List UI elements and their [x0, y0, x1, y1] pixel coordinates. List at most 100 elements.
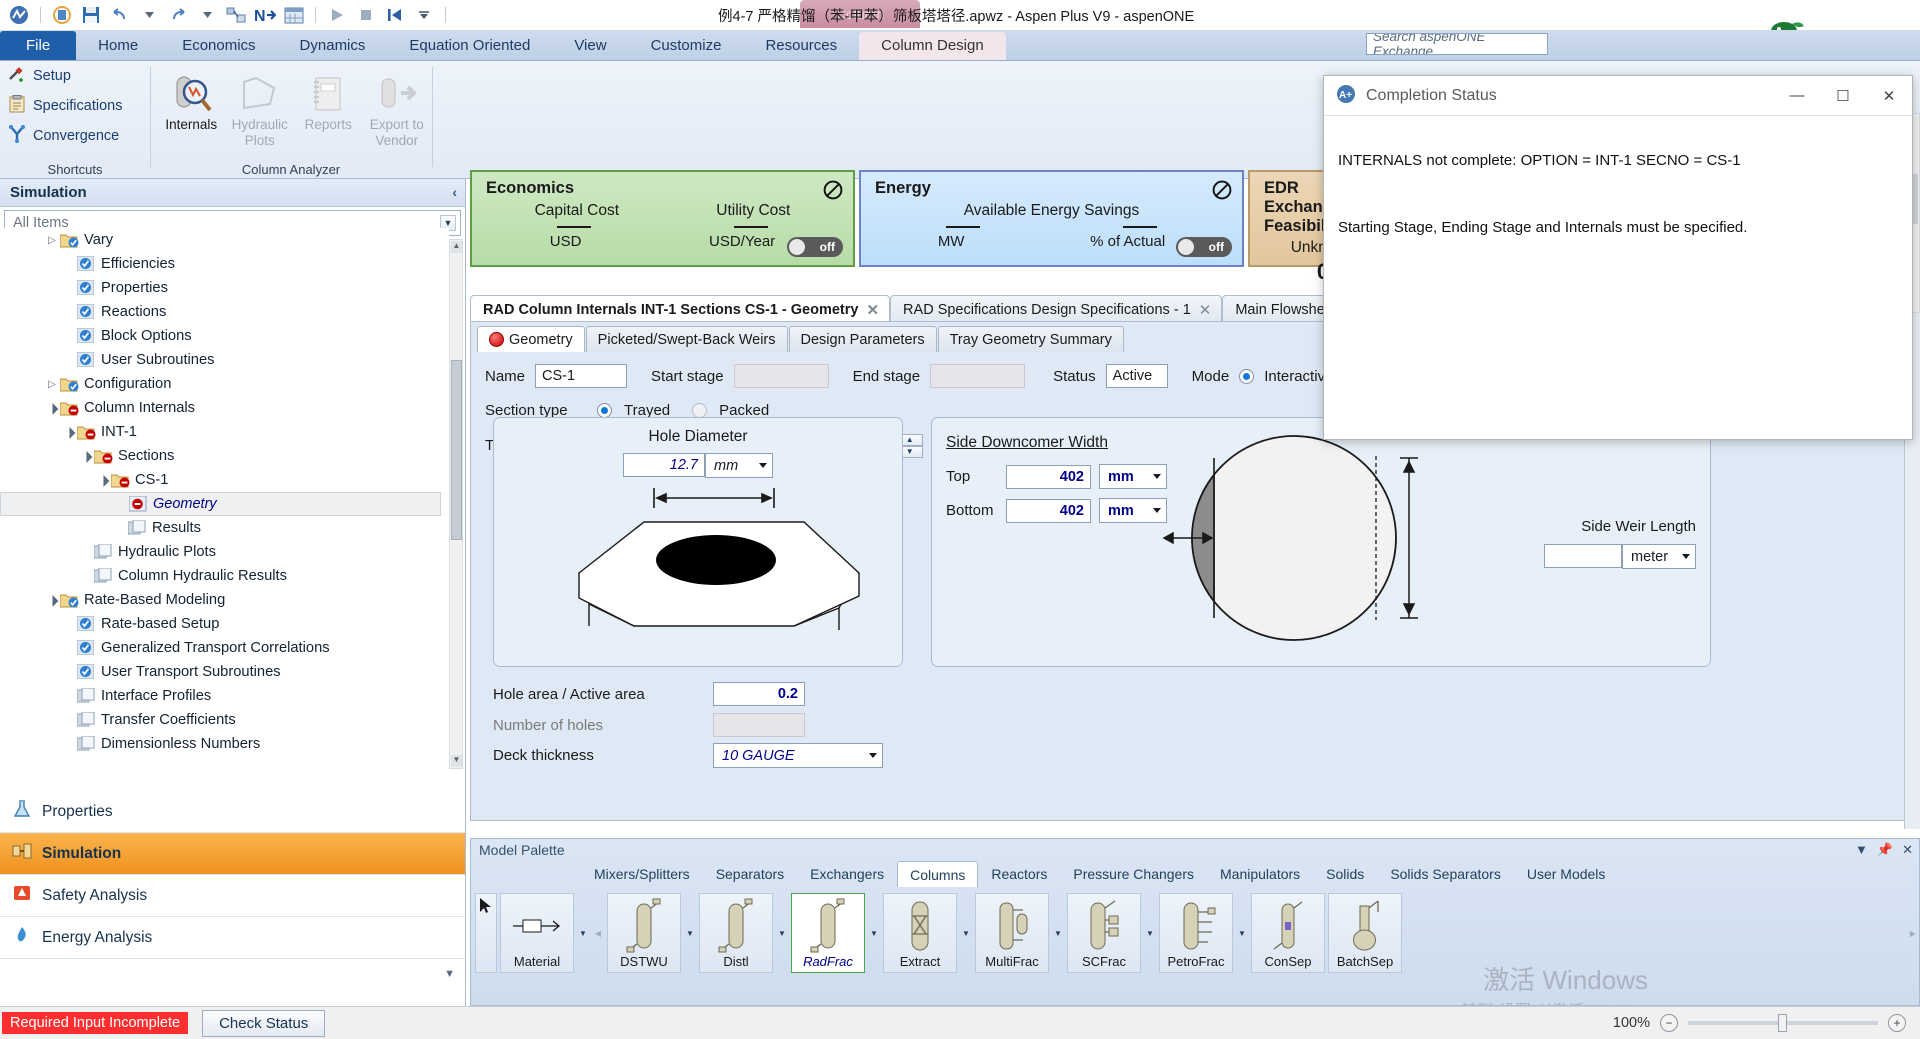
energy-toggle[interactable]: off: [1176, 237, 1232, 257]
nav-button-properties[interactable]: Properties: [0, 791, 465, 833]
side-weir-length-input[interactable]: [1544, 544, 1622, 568]
tree-item-configuration[interactable]: ▷ Configuration: [0, 372, 449, 396]
undo-icon[interactable]: [109, 4, 131, 26]
zoom-slider[interactable]: [1688, 1014, 1878, 1032]
ribbon-tab-home[interactable]: Home: [76, 32, 160, 60]
palette-block-petrofrac[interactable]: PetroFrac: [1159, 893, 1233, 973]
material-dropdown-icon[interactable]: ▼: [577, 893, 589, 973]
quick-access-toolbar[interactable]: N: [0, 0, 449, 30]
tree-item-hydraulic-plots[interactable]: Hydraulic Plots: [0, 540, 449, 564]
twisty-collapsed-icon[interactable]: ▷: [44, 379, 60, 390]
dstwu-dropdown-icon[interactable]: ▼: [684, 893, 696, 973]
economics-card[interactable]: Economics Capital Cost Utility Cost USD …: [470, 170, 855, 267]
close-icon-palette[interactable]: ✕: [1902, 842, 1913, 858]
close-button[interactable]: ✕: [1866, 76, 1912, 116]
tree-item-transfer-coefficients[interactable]: Transfer Coefficients: [0, 708, 449, 732]
palette-tab-mixers-splitters[interactable]: Mixers/Splitters: [581, 861, 703, 887]
section-type-radio-trayed[interactable]: [597, 403, 612, 418]
zoom-out-icon[interactable]: −: [1660, 1014, 1678, 1032]
radfrac-dropdown-icon[interactable]: ▼: [868, 893, 880, 973]
palette-block-scfrac[interactable]: SCFrac: [1067, 893, 1141, 973]
multifrac-dropdown-icon[interactable]: ▼: [1052, 893, 1064, 973]
scroll-down-icon[interactable]: ▼: [451, 755, 462, 767]
nav-button-simulation[interactable]: Simulation: [0, 833, 465, 875]
undo-dropdown-icon[interactable]: [138, 4, 160, 26]
pin-icon[interactable]: 📌: [1877, 842, 1893, 858]
aspen-logo-icon[interactable]: [8, 4, 30, 26]
name-input[interactable]: CS-1: [535, 364, 628, 388]
hole-diameter-input[interactable]: 12.7: [623, 453, 705, 477]
section-type-radio-packed[interactable]: [692, 403, 708, 418]
nav-button-safety-analysis[interactable]: Safety Analysis: [0, 875, 465, 917]
palette-tab-pressure-changers[interactable]: Pressure Changers: [1060, 861, 1207, 887]
palette-block-multifrac[interactable]: MultiFrac: [975, 893, 1049, 973]
sub-tab-design-parameters[interactable]: Design Parameters: [788, 326, 937, 352]
tree-item-properties[interactable]: Properties: [0, 276, 449, 300]
number-of-holes-input[interactable]: [713, 713, 805, 737]
chevron-left-icon[interactable]: ‹: [452, 184, 457, 200]
tree-item-column-hydraulic-results[interactable]: Column Hydraulic Results: [0, 564, 449, 588]
ribbon-tab-resources[interactable]: Resources: [743, 32, 859, 60]
palette-tab-user-models[interactable]: User Models: [1514, 861, 1619, 887]
palette-block-radfrac[interactable]: RadFrac: [791, 893, 865, 973]
tree-item-sections[interactable]: ◢ Sections: [0, 444, 449, 468]
ribbon-tab-dynamics[interactable]: Dynamics: [278, 32, 388, 60]
ribbon-tab-column-design[interactable]: Column Design: [859, 32, 1006, 60]
tree-item-generalized-transport-correlations[interactable]: Generalized Transport Correlations: [0, 636, 449, 660]
ribbon-tab-bar[interactable]: File Home Economics Dynamics Equation Or…: [0, 30, 1920, 61]
scroll-up-icon[interactable]: ▲: [451, 241, 462, 253]
completion-status-window-buttons[interactable]: — ☐ ✕: [1774, 76, 1912, 116]
navigation-scrollbar[interactable]: ▲ ▼: [449, 239, 463, 769]
hole-diameter-unit-select[interactable]: mm: [705, 453, 773, 478]
side-weir-unit-select[interactable]: meter: [1622, 544, 1696, 569]
ribbon-button-specifications[interactable]: Specifications: [0, 91, 150, 121]
save-icon[interactable]: [80, 4, 102, 26]
reinit-icon[interactable]: [384, 4, 406, 26]
completion-status-dialog[interactable]: A+ Completion Status — ☐ ✕ INTERNALS not…: [1323, 75, 1913, 440]
petrofrac-dropdown-icon[interactable]: ▼: [1236, 893, 1248, 973]
ribbon-button-hydraulic-plots[interactable]: Hydraulic Plots: [226, 65, 295, 148]
zoom-control[interactable]: 100% − +: [1613, 1014, 1920, 1032]
ribbon-tab-view[interactable]: View: [552, 32, 628, 60]
redo-icon[interactable]: [167, 4, 189, 26]
navigation-tree[interactable]: ▷ Vary Efficiencies Properties Reactions Bloc…: [0, 228, 449, 758]
deck-thickness-select[interactable]: 10 GAUGE: [713, 743, 883, 768]
palette-tab-manipulators[interactable]: Manipulators: [1207, 861, 1313, 887]
mode-radio-interactive-sizing[interactable]: [1239, 368, 1255, 384]
navigation-mode-buttons[interactable]: Properties Simulation Safety Analysis En…: [0, 791, 466, 1006]
scfrac-dropdown-icon[interactable]: ▼: [1144, 893, 1156, 973]
navigation-scroll-thumb[interactable]: [451, 360, 462, 540]
tree-item-int-1[interactable]: ◢ INT-1: [0, 420, 449, 444]
start-stage-input[interactable]: [733, 364, 829, 388]
ribbon-tab-file[interactable]: File: [0, 31, 77, 60]
palette-block-batchsep[interactable]: BatchSep: [1328, 893, 1402, 973]
palette-block-consep[interactable]: ConSep: [1251, 893, 1325, 973]
ribbon-button-export-to-vendor[interactable]: Export to Vendor: [363, 65, 432, 148]
top-input[interactable]: 402: [1006, 464, 1091, 489]
sub-tab-picketed-weirs[interactable]: Picketed/Swept-Back Weirs: [585, 326, 788, 352]
qat-dropdown-icon[interactable]: [413, 4, 435, 26]
palette-tab-reactors[interactable]: Reactors: [978, 861, 1060, 887]
palette-block-extract[interactable]: Extract: [883, 893, 957, 973]
nav-buttons-expand-icon[interactable]: ▼: [444, 968, 455, 980]
palette-pointer-tool[interactable]: [475, 893, 497, 973]
tree-item-block-options[interactable]: Block Options: [0, 324, 449, 348]
hole-area-input[interactable]: 0.2: [713, 682, 805, 706]
maximize-button[interactable]: ☐: [1820, 76, 1866, 116]
model-palette-items[interactable]: Material ▼ ◀ DSTWU ▼ Distl ▼ RadFrac ▼ E…: [471, 887, 1919, 973]
twisty-collapsed-icon[interactable]: ▷: [44, 235, 60, 246]
bottom-input[interactable]: 402: [1006, 498, 1091, 523]
palette-scroll-left-icon[interactable]: ◀: [592, 893, 604, 973]
sub-tab-geometry[interactable]: Geometry: [477, 326, 585, 352]
palette-scroll-right-icon[interactable]: ▶: [1907, 893, 1919, 973]
palette-block-material[interactable]: Material: [500, 893, 574, 973]
tree-item-reactions[interactable]: Reactions: [0, 300, 449, 324]
document-tab-design-specifications[interactable]: RAD Specifications Design Specifications…: [890, 295, 1223, 321]
close-icon-2[interactable]: ✕: [1199, 301, 1212, 319]
ribbon-tab-equation-oriented[interactable]: Equation Oriented: [387, 32, 552, 60]
tree-item-results[interactable]: Results: [0, 516, 449, 540]
document-tab-geometry[interactable]: RAD Column Internals INT-1 Sections CS-1…: [470, 295, 891, 321]
extract-dropdown-icon[interactable]: ▼: [960, 893, 972, 973]
next-input-icon[interactable]: [225, 4, 247, 26]
tree-item-column-internals[interactable]: ◢ Column Internals: [0, 396, 449, 420]
